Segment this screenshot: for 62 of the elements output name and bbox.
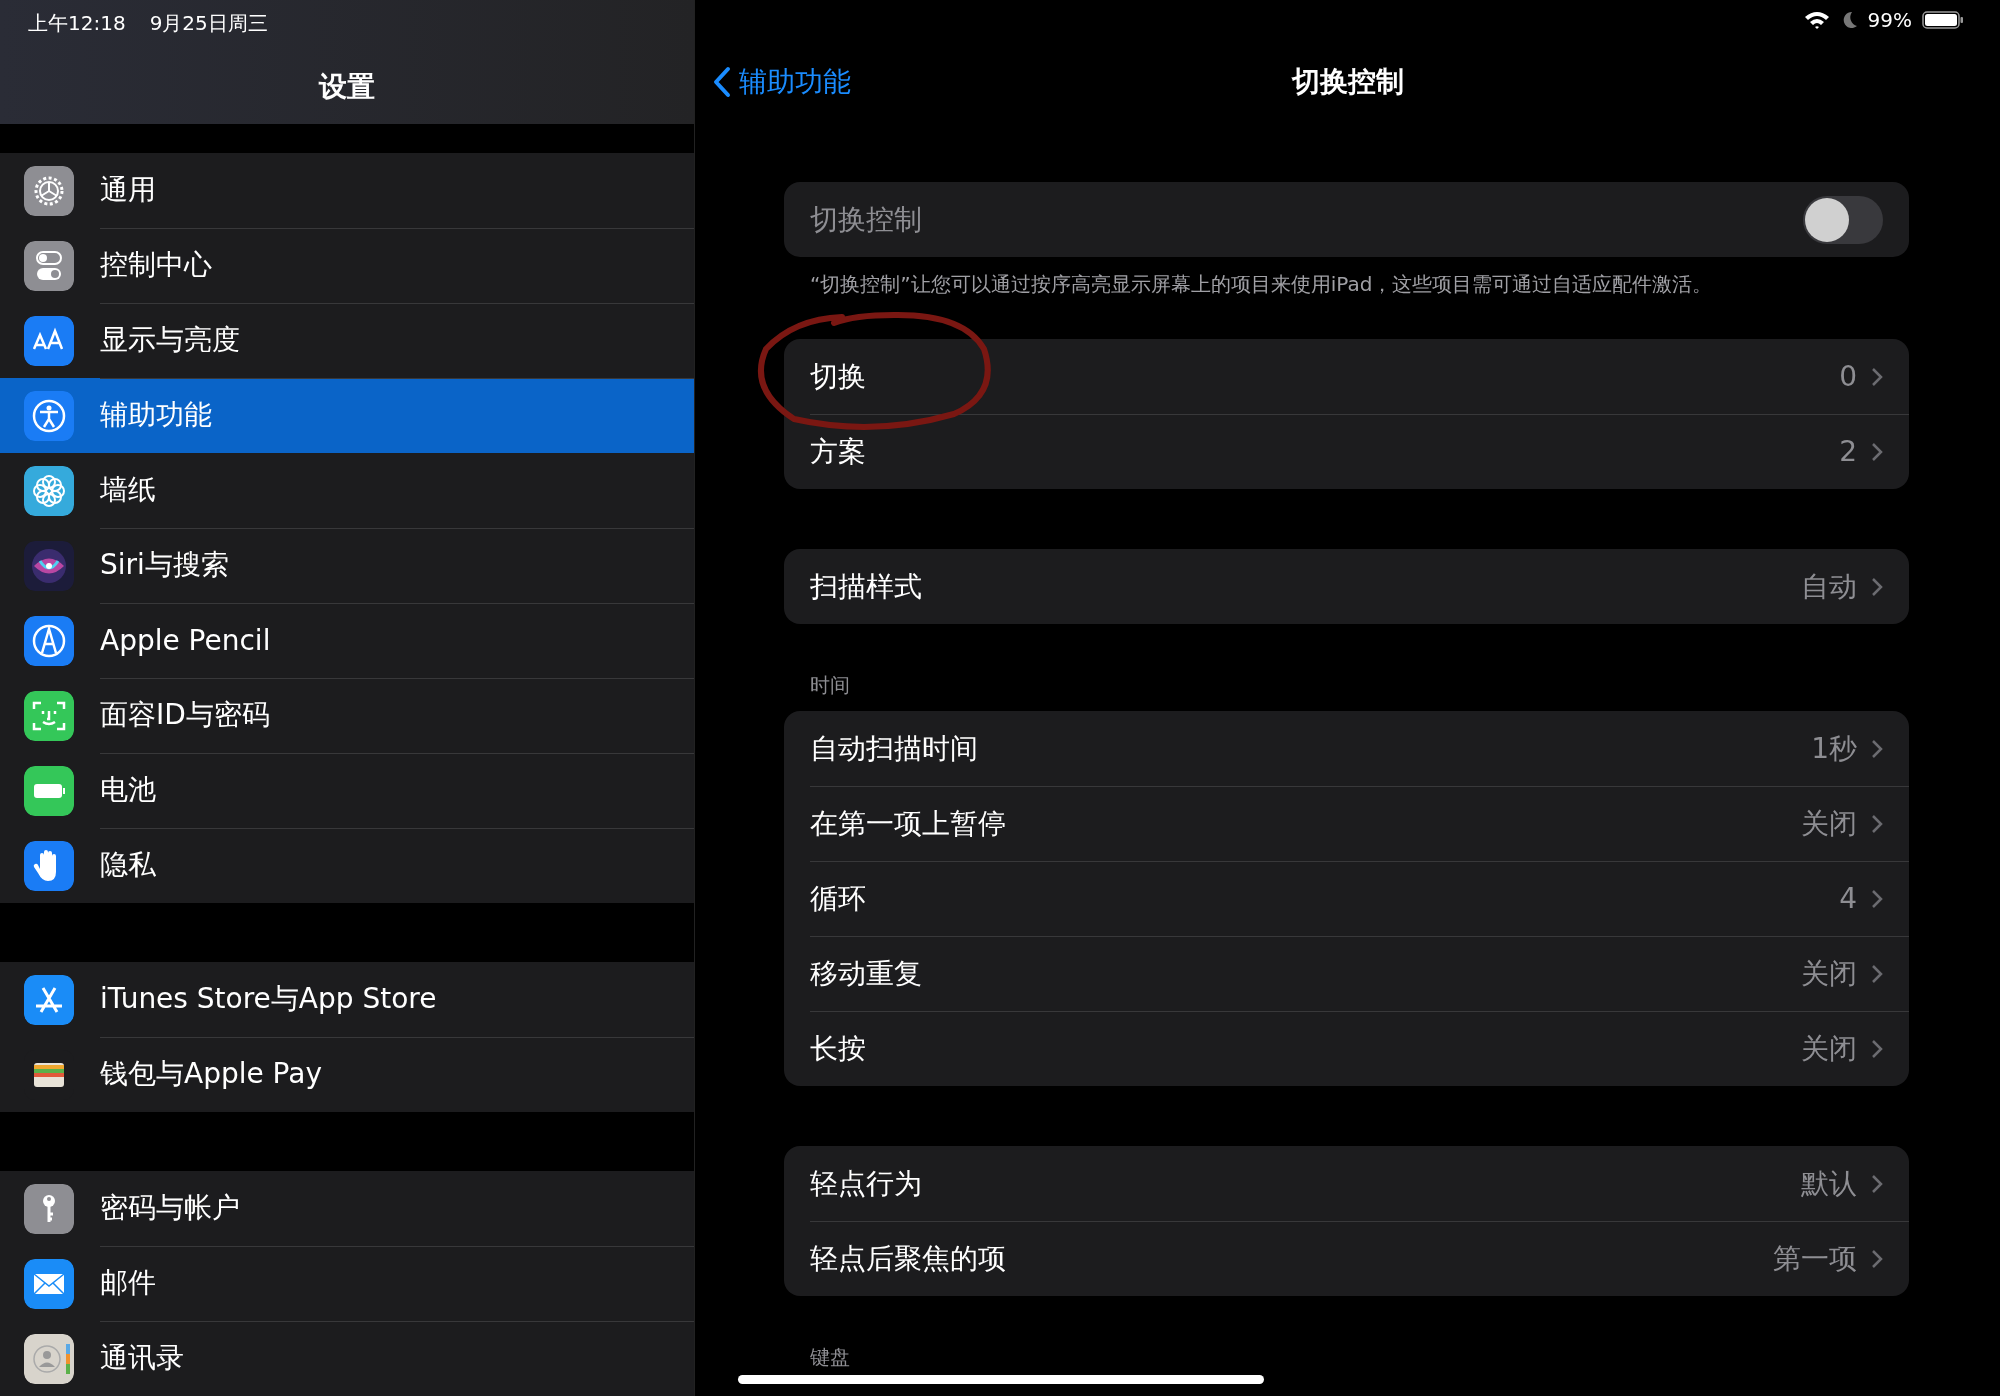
sidebar-item[interactable]: 辅助功能 xyxy=(0,378,694,453)
sidebar-item[interactable]: iTunes Store与App Store xyxy=(0,962,694,1037)
settings-row[interactable]: 轻点后聚焦的项 第一项 xyxy=(784,1221,1909,1296)
sidebar-item[interactable]: 邮件 xyxy=(0,1246,694,1321)
sidebar-item[interactable]: Apple Pencil xyxy=(0,603,694,678)
settings-row[interactable]: 移动重复 关闭 xyxy=(784,936,1909,1011)
sidebar-item[interactable]: 电池 xyxy=(0,753,694,828)
settings-row[interactable]: 切换 0 xyxy=(784,339,1909,414)
toggles-icon xyxy=(24,240,74,291)
sidebar-item[interactable]: 钱包与Apple Pay xyxy=(0,1037,694,1112)
section-header: 键盘 xyxy=(810,1344,850,1371)
chevron-right-icon xyxy=(1871,1248,1883,1269)
status-date: 9月25日周三 xyxy=(149,9,268,37)
chevron-right-icon xyxy=(1871,1038,1883,1059)
chevron-right-icon xyxy=(1871,963,1883,984)
sidebar-item[interactable]: 墙纸 xyxy=(0,453,694,528)
settings-row[interactable]: 扫描样式 自动 xyxy=(784,549,1909,624)
sidebar-item[interactable]: 隐私 xyxy=(0,828,694,903)
sidebar-item[interactable]: 面容ID与密码 xyxy=(0,678,694,753)
envelope-icon xyxy=(24,1258,74,1309)
back-button[interactable]: 辅助功能 xyxy=(713,63,851,101)
chevron-right-icon xyxy=(1871,576,1883,597)
letters-icon xyxy=(24,315,74,366)
status-time: 上午12:18 xyxy=(28,9,126,37)
battery-percent: 99% xyxy=(1867,8,1912,32)
settings-row[interactable]: 轻点行为 默认 xyxy=(784,1146,1909,1221)
sidebar-item[interactable]: 控制中心 xyxy=(0,228,694,303)
sidebar-title: 设置 xyxy=(317,69,376,105)
chevron-right-icon xyxy=(1871,888,1883,909)
toggle-switch[interactable] xyxy=(1803,195,1883,244)
sidebar-item[interactable]: 显示与亮度 xyxy=(0,303,694,378)
settings-row[interactable]: 方案 2 xyxy=(784,414,1909,489)
chevron-right-icon xyxy=(1871,813,1883,834)
battery-icon xyxy=(24,765,74,816)
chevron-left-icon xyxy=(713,66,731,98)
hand-icon xyxy=(24,840,74,891)
chevron-right-icon xyxy=(1871,1173,1883,1194)
wifi-icon xyxy=(1803,10,1830,30)
settings-row[interactable]: 长按 关闭 xyxy=(784,1011,1909,1086)
setting-label: 切换控制 xyxy=(810,201,923,238)
sidebar-item[interactable]: 通讯录 xyxy=(0,1321,694,1396)
contact-icon xyxy=(24,1333,74,1384)
page-title: 切换控制 xyxy=(1291,65,1404,98)
battery-icon xyxy=(1922,10,1964,30)
settings-row[interactable]: 在第一项上暂停 关闭 xyxy=(784,786,1909,861)
face-icon xyxy=(24,690,74,741)
settings-row[interactable]: 循环 4 xyxy=(784,861,1909,936)
settings-row[interactable]: 自动扫描时间 1秒 xyxy=(784,711,1909,786)
section-header: 时间 xyxy=(810,672,850,699)
key-icon xyxy=(24,1183,74,1234)
sidebar-item[interactable]: 密码与帐户 xyxy=(0,1171,694,1246)
flower-icon xyxy=(24,465,74,516)
sidebar-item[interactable]: 通用 xyxy=(0,153,694,228)
chevron-right-icon xyxy=(1871,738,1883,759)
chevron-right-icon xyxy=(1871,441,1883,462)
sidebar-item[interactable]: Siri与搜索 xyxy=(0,528,694,603)
store-icon xyxy=(24,974,74,1025)
pencil-icon xyxy=(24,615,74,666)
accessibility-icon xyxy=(24,390,74,441)
gear-icon xyxy=(24,165,74,216)
description-text: “切换控制”让您可以通过按序高亮显示屏幕上的项目来使用iPad，这些项目需可通过自适应配件激活。 xyxy=(809,271,1714,298)
chevron-right-icon xyxy=(1871,366,1883,387)
